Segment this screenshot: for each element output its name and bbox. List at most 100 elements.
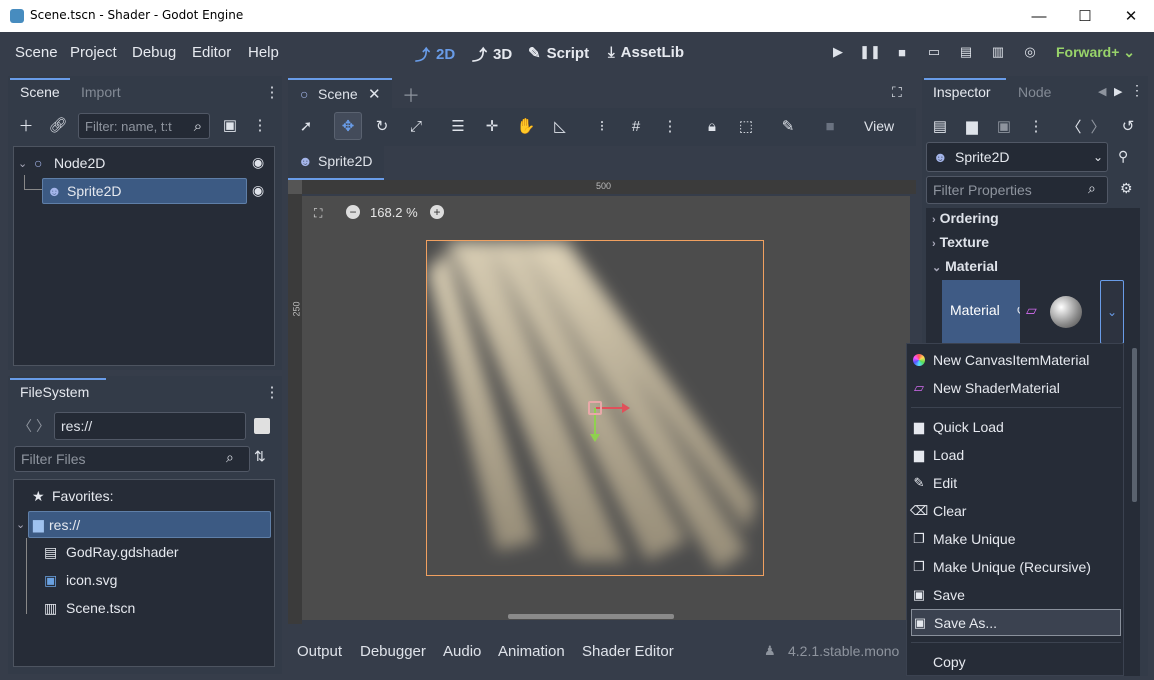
add-tab-icon[interactable]: ＋ [402, 82, 420, 108]
rotate-tool-icon[interactable]: ↻ [370, 114, 394, 138]
filter-options-icon[interactable]: ⚙ [1120, 180, 1133, 197]
inspector-options-icon[interactable]: ⋮ [1024, 114, 1048, 138]
history-back-icon[interactable]: 〈 [1062, 114, 1086, 138]
back-icon[interactable]: 〈 [18, 416, 32, 436]
remote-debug-icon[interactable]: ▭ [922, 40, 946, 64]
dock-menu-icon[interactable]: ⋮ [260, 80, 284, 104]
menu-help[interactable]: Help [248, 44, 279, 61]
split-mode-icon[interactable] [254, 418, 270, 434]
menu-item-new-shadermaterial[interactable]: ▱ New ShaderMaterial [911, 374, 1121, 401]
visibility-eye-icon[interactable]: ◉ [252, 154, 264, 171]
dock-left-icon[interactable]: ◀ [1098, 85, 1106, 98]
menu-item-copy[interactable]: Copy [911, 648, 1121, 675]
play-scene-icon[interactable]: ▤ [954, 40, 978, 64]
object-selector[interactable]: ☻ Sprite2D ⌄ [926, 142, 1108, 172]
section-texture[interactable]: › Texture [932, 234, 989, 250]
zoom-level[interactable]: 168.2 % [370, 205, 418, 220]
dock-right-icon[interactable]: ▶ [1114, 85, 1122, 98]
play-icon[interactable]: ▶ [826, 40, 850, 64]
mode-script-button[interactable]: ✎ Script [528, 44, 589, 63]
visibility-eye-icon[interactable]: ◉ [252, 182, 264, 199]
tab-filesystem[interactable]: FileSystem [20, 384, 89, 400]
history-icon[interactable]: ↺ [1116, 114, 1140, 138]
inspector-scrollbar[interactable] [1132, 348, 1137, 502]
section-ordering[interactable]: › Ordering [932, 210, 999, 226]
tab-debugger[interactable]: Debugger [360, 643, 426, 660]
tab-scene[interactable]: Scene [20, 84, 60, 100]
group-icon[interactable]: ⬚ [734, 114, 758, 138]
scene-options-icon[interactable]: ⋮ [248, 113, 272, 137]
res-root-item[interactable]: ▆ res:// [28, 511, 271, 538]
pivot-handle[interactable] [588, 401, 602, 415]
menu-debug[interactable]: Debug [132, 44, 176, 61]
section-material[interactable]: ⌄ Material [932, 258, 998, 274]
menu-item-make-unique-recursive[interactable]: ❐ Make Unique (Recursive) [911, 553, 1121, 580]
mode-2d-button[interactable]: ⤴ 2D [415, 44, 455, 65]
canvas-viewport[interactable]: ⛶ − 168.2 % + [302, 196, 910, 620]
add-node-icon[interactable]: ＋ [14, 113, 38, 137]
maximize-button[interactable]: ☐ [1062, 0, 1108, 32]
camera-icon[interactable]: ■ [818, 114, 842, 138]
tab-output[interactable]: Output [297, 643, 342, 660]
selectable-list-icon[interactable]: ☰ [446, 114, 470, 138]
movie-maker-icon[interactable]: ◎ [1018, 40, 1042, 64]
favorites-item[interactable]: ★ Favorites: [32, 482, 113, 510]
mode-assetlib-button[interactable]: ⤓ AssetLib [608, 44, 684, 61]
tab-import[interactable]: Import [81, 84, 121, 100]
menu-item-quick-load[interactable]: ▆ Quick Load [911, 413, 1121, 440]
new-resource-icon[interactable]: ▤ [928, 114, 952, 138]
horizontal-scrollbar[interactable] [508, 614, 674, 619]
zoom-in-icon[interactable]: + [430, 205, 444, 219]
dock-menu-icon[interactable]: ⋮ [260, 380, 284, 404]
menu-project[interactable]: Project [70, 44, 117, 61]
menu-item-load[interactable]: ▆ Load [911, 441, 1121, 468]
play-custom-scene-icon[interactable]: ▥ [986, 40, 1010, 64]
object-tree-icon[interactable]: ⚲ [1118, 148, 1128, 165]
zoom-out-icon[interactable]: − [346, 205, 360, 219]
history-forward-icon[interactable]: 〉 [1086, 114, 1110, 138]
forward-icon[interactable]: 〉 [36, 416, 50, 436]
menu-scene[interactable]: Scene [15, 44, 58, 61]
renderer-select[interactable]: Forward+ ⌄ [1056, 44, 1135, 61]
menu-item-edit[interactable]: ✎ Edit [911, 469, 1121, 496]
distraction-free-icon[interactable]: ⛶ [892, 84, 902, 101]
tree-node-sprite2d[interactable]: ☻ Sprite2D [42, 178, 247, 204]
ruler-tool-icon[interactable]: ◺ [548, 114, 572, 138]
menu-editor[interactable]: Editor [192, 44, 231, 61]
menu-item-save[interactable]: ▣ Save [911, 581, 1121, 608]
pivot-tool-icon[interactable]: ✛ [480, 114, 504, 138]
menu-item-make-unique[interactable]: ❐ Make Unique [911, 525, 1121, 552]
pan-tool-icon[interactable]: ✋ [514, 114, 538, 138]
menu-item-clear[interactable]: ⌫ Clear [910, 497, 1121, 524]
link-icon[interactable]: 🔗︎ [46, 113, 70, 137]
tab-node[interactable]: Node [1018, 84, 1051, 100]
instance-scene-icon[interactable]: ▣ [218, 113, 242, 137]
grid-snap-icon[interactable]: # [624, 114, 648, 138]
select-tool-icon[interactable]: ➚ [294, 114, 318, 138]
scale-tool-icon[interactable]: ⤢ [404, 114, 428, 138]
file-item[interactable]: ▣ icon.svg [44, 566, 117, 594]
file-item[interactable]: ▥ Scene.tscn [44, 594, 135, 622]
tab-shader-editor[interactable]: Shader Editor [582, 643, 674, 660]
bone-icon[interactable]: ✎ [776, 114, 800, 138]
tree-node-node2d[interactable]: ⌄ ○ Node2D [18, 149, 268, 177]
view-menu[interactable]: View [864, 118, 894, 134]
material-dropdown-button[interactable]: ⌄ [1100, 280, 1124, 344]
mode-3d-button[interactable]: ⤴ 3D [472, 44, 512, 65]
sort-icon[interactable]: ⇅ [254, 448, 266, 465]
lock-icon[interactable]: 🔒︎ [700, 114, 724, 138]
smart-snap-icon[interactable]: ⁝ [590, 114, 614, 138]
menu-item-save-as[interactable]: ▣ Save As... [911, 609, 1121, 636]
filter-properties-input[interactable]: Filter Properties [926, 176, 1108, 204]
center-view-icon[interactable]: ⛶ [314, 206, 322, 221]
stop-icon[interactable]: ■ [890, 40, 914, 64]
path-input[interactable]: res:// [54, 412, 246, 440]
pause-icon[interactable]: ❚❚ [858, 40, 882, 64]
menu-item-new-canvasitemmaterial[interactable]: New CanvasItemMaterial [911, 346, 1121, 373]
tab-audio[interactable]: Audio [443, 643, 481, 660]
tab-inspector[interactable]: Inspector [933, 84, 991, 100]
material-preview-slot[interactable]: ▱ [1020, 280, 1100, 344]
close-tab-icon[interactable]: ✕ [368, 85, 381, 103]
move-tool-icon[interactable]: ✥ [334, 112, 362, 140]
file-item[interactable]: ▤ GodRay.gdshader [44, 538, 179, 566]
